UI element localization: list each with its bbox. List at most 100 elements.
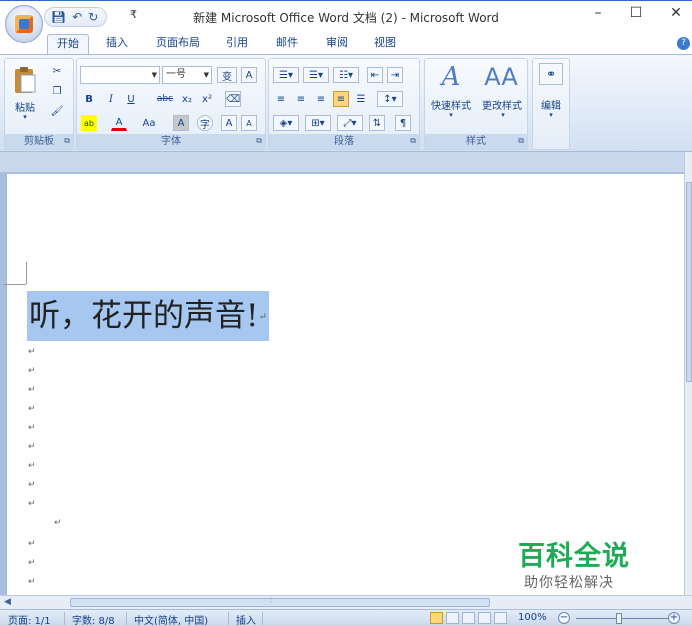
shrink-font-button[interactable]: A [241, 115, 257, 131]
paste-dropdown-icon[interactable]: ▾ [17, 113, 33, 121]
sort-icon[interactable]: ⇅ [369, 115, 385, 131]
quick-styles-dropdown-icon[interactable]: ▾ [443, 111, 459, 119]
subscript-button[interactable]: x₂ [179, 91, 195, 107]
numbering-icon[interactable]: ☰▾ [303, 67, 329, 83]
character-border-icon[interactable]: A [241, 67, 257, 83]
change-case-button[interactable]: Aa [139, 115, 159, 131]
vertical-scrollbar[interactable] [684, 152, 692, 595]
change-styles-icon[interactable]: AA [483, 61, 519, 93]
borders-icon[interactable]: ⊞▾ [305, 115, 331, 131]
tab-review[interactable]: 审阅 [318, 34, 356, 54]
editing-label[interactable]: 编辑 [533, 97, 569, 112]
chevron-down-icon: ▼ [151, 71, 157, 79]
italic-button[interactable]: I [103, 91, 119, 107]
increase-indent-icon[interactable]: ⇥ [387, 67, 403, 83]
highlight-color-icon[interactable]: ab [81, 115, 97, 131]
tab-mailings[interactable]: 邮件 [268, 34, 306, 54]
document-text: 听，花开的声音! [29, 298, 259, 334]
align-right-icon[interactable]: ≡ [313, 91, 329, 107]
justify-icon[interactable]: ≡ [333, 91, 349, 107]
copy-icon[interactable]: ❐ [49, 83, 65, 99]
watermark-subtitle: 助你轻松解决 [524, 575, 614, 591]
zoom-level[interactable]: 100% [518, 612, 547, 623]
tab-view[interactable]: 视图 [366, 34, 404, 54]
phonetic-guide-icon[interactable]: 变 [217, 67, 237, 83]
find-binoculars-icon[interactable]: ⚭ [539, 63, 563, 85]
close-button[interactable]: ✕ [666, 5, 686, 21]
paragraph-mark: ↵ [28, 539, 36, 549]
font-name-combo[interactable]: ▼ [80, 66, 160, 84]
horizontal-scrollbar[interactable]: ◀ ⦙ [0, 595, 692, 609]
paragraph-mark: ↵ [28, 499, 36, 509]
status-divider [262, 612, 263, 625]
full-screen-reading-view-icon[interactable] [446, 612, 459, 624]
paragraph-mark: ↵ [54, 518, 62, 528]
line-spacing-icon[interactable]: ↕▾ [377, 91, 403, 107]
watermark-title: 百科全说 [518, 541, 630, 572]
tab-insert[interactable]: 插入 [98, 34, 136, 54]
horizontal-scroll-thumb[interactable] [70, 598, 490, 607]
styles-group: A 快速样式 ▾ AA 更改样式 ▾ 样式 ⧉ [424, 58, 528, 150]
superscript-button[interactable]: x² [199, 91, 215, 107]
grow-font-button[interactable]: A [221, 115, 237, 131]
help-icon[interactable]: ? [677, 37, 690, 50]
language-indicator[interactable]: 中文(简体, 中国) [134, 612, 208, 626]
page-indicator[interactable]: 页面: 1/1 [8, 612, 51, 626]
web-layout-view-icon[interactable] [462, 612, 475, 624]
change-styles-label[interactable]: 更改样式 [477, 97, 527, 112]
font-color-icon[interactable]: A [111, 115, 127, 131]
paragraph-launcher-icon[interactable]: ⧉ [410, 136, 416, 146]
format-painter-icon[interactable]: 🖌︎ [49, 103, 65, 119]
outline-view-icon[interactable] [478, 612, 491, 624]
font-size-combo[interactable]: 一号 ▼ [162, 66, 212, 84]
clipboard-group: 粘贴 ▾ ✂ ❐ 🖌︎ 剪贴板 ⧉ [4, 58, 74, 150]
paste-icon[interactable] [11, 63, 39, 97]
clipboard-launcher-icon[interactable]: ⧉ [64, 136, 70, 146]
tab-page-layout[interactable]: 页面布局 [148, 34, 208, 54]
align-center-icon[interactable]: ≡ [293, 91, 309, 107]
document-page[interactable] [6, 174, 684, 595]
character-shading-button[interactable]: A [173, 115, 189, 131]
zoom-in-button[interactable]: + [668, 612, 680, 624]
quick-styles-label[interactable]: 快速样式 [425, 97, 477, 112]
editing-group: ⚭ 编辑 ▾ [532, 58, 570, 150]
chinese-layout-icon[interactable]: ⤢▾ [337, 115, 363, 131]
paragraph-mark: ↵ [28, 366, 36, 376]
minimize-button[interactable]: – [588, 5, 608, 21]
maximize-button[interactable]: ☐ [626, 5, 646, 21]
zoom-out-button[interactable]: − [558, 612, 570, 624]
word-count[interactable]: 字数: 8/8 [72, 612, 115, 626]
vertical-scroll-thumb[interactable] [686, 182, 692, 382]
draft-view-icon[interactable] [494, 612, 507, 624]
font-launcher-icon[interactable]: ⧉ [256, 136, 262, 146]
cut-icon[interactable]: ✂ [49, 63, 65, 79]
styles-launcher-icon[interactable]: ⧉ [518, 136, 524, 146]
zoom-slider-thumb[interactable] [616, 613, 622, 624]
insert-mode[interactable]: 插入 [236, 612, 256, 626]
ribbon-tabs: 开始 插入 页面布局 引用 邮件 审阅 视图 [0, 30, 692, 54]
show-marks-icon[interactable]: ¶ [395, 115, 411, 131]
strikethrough-button[interactable]: abc [155, 91, 175, 107]
bold-button[interactable]: B [81, 91, 97, 107]
tab-references[interactable]: 引用 [220, 34, 254, 54]
clear-formatting-icon[interactable]: ⌫ [225, 91, 241, 107]
tab-home[interactable]: 开始 [47, 34, 89, 54]
quick-styles-icon[interactable]: A [433, 61, 469, 93]
multilevel-list-icon[interactable]: ☷▾ [333, 67, 359, 83]
print-layout-view-icon[interactable] [430, 612, 443, 624]
align-left-icon[interactable]: ≡ [273, 91, 289, 107]
underline-button[interactable]: U [123, 91, 139, 107]
font-group: ▼ 一号 ▼ 变 A B I U abc x₂ x² ⌫ ab A Aa A 字 … [76, 58, 266, 150]
zoom-slider-track[interactable] [576, 618, 668, 619]
selected-text[interactable]: 听，花开的声音!↵ [27, 291, 269, 341]
editing-dropdown-icon[interactable]: ▾ [543, 111, 559, 119]
change-styles-dropdown-icon[interactable]: ▾ [495, 111, 511, 119]
enclose-characters-button[interactable]: 字 [197, 115, 213, 131]
shading-icon[interactable]: ◈▾ [273, 115, 299, 131]
paste-label: 粘贴 [15, 103, 35, 114]
bullets-icon[interactable]: ☰▾ [273, 67, 299, 83]
decrease-indent-icon[interactable]: ⇤ [367, 67, 383, 83]
distributed-icon[interactable]: ☰ [353, 91, 369, 107]
office-button[interactable] [5, 5, 43, 43]
scroll-left-icon[interactable]: ◀ [4, 597, 11, 607]
